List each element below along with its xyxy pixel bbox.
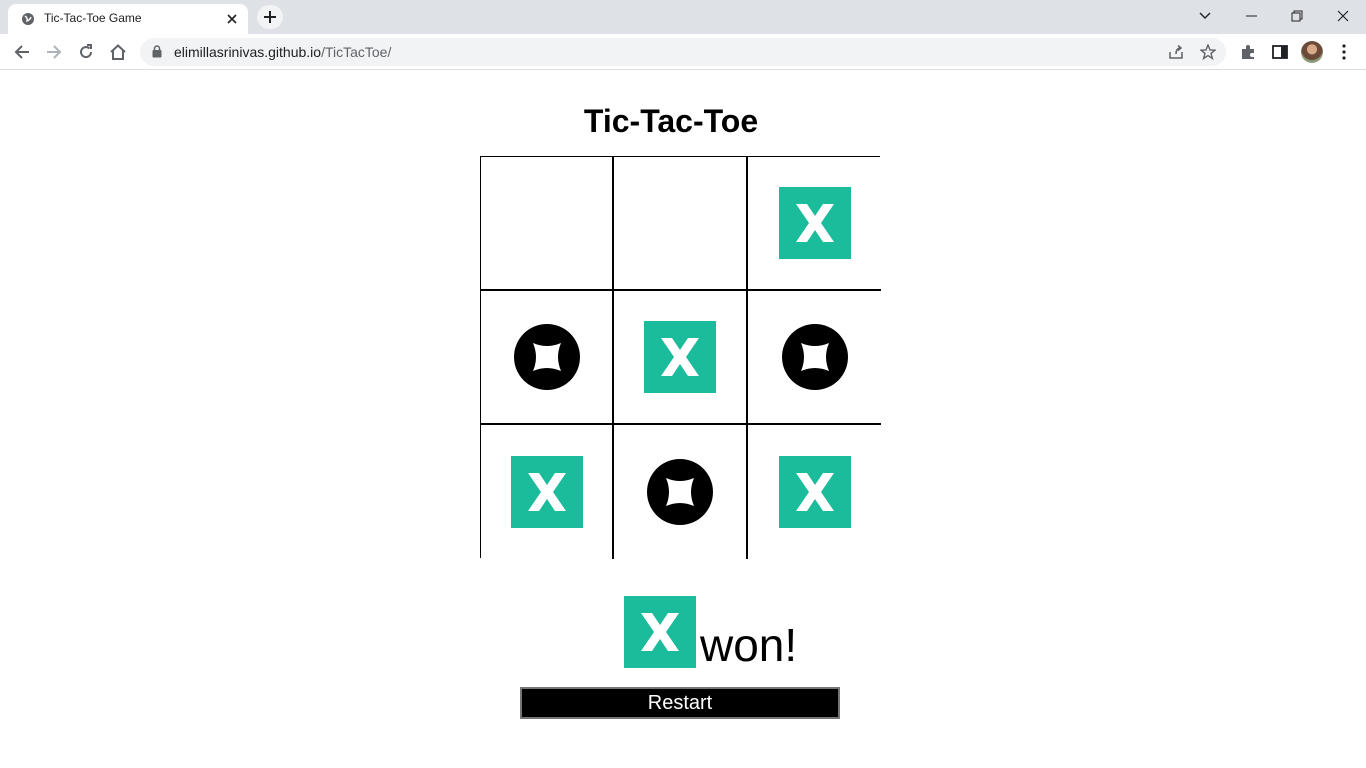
board-cell[interactable]: [748, 425, 881, 559]
profile-avatar[interactable]: [1301, 41, 1323, 63]
page-content: Tic-Tac-Toe won! Restart: [0, 71, 1366, 768]
url-text: elimillasrinivas.github.io/TicTacToe/: [174, 44, 391, 60]
home-icon: [110, 44, 126, 60]
o-mark: [781, 324, 848, 390]
tab-title: Tic-Tac-Toe Game: [44, 11, 142, 25]
board-cell[interactable]: [481, 291, 614, 425]
chevron-down-icon: [1199, 12, 1211, 19]
restart-button[interactable]: Restart: [520, 687, 840, 719]
board-cell[interactable]: [481, 157, 614, 291]
board-cell[interactable]: [748, 291, 881, 425]
close-icon: [1337, 10, 1349, 22]
back-button[interactable]: [8, 38, 36, 66]
o-mark: [647, 459, 713, 525]
x-mark: [778, 187, 851, 259]
side-panel-icon[interactable]: [1268, 40, 1292, 64]
x-mark: [778, 456, 851, 528]
o-mark: [513, 324, 580, 390]
x-mark: [644, 321, 716, 393]
game-board: [480, 156, 881, 559]
globe-icon: [21, 12, 35, 26]
tab-strip: Tic-Tac-Toe Game: [0, 0, 1366, 34]
lock-icon[interactable]: [152, 45, 162, 63]
board-cell[interactable]: [614, 291, 748, 425]
page-title: Tic-Tac-Toe: [583, 103, 759, 139]
board-cell[interactable]: [481, 425, 614, 559]
browser-tab[interactable]: Tic-Tac-Toe Game: [8, 4, 248, 34]
board-cell[interactable]: [614, 425, 748, 559]
winner-x-mark: [624, 596, 696, 668]
share-icon[interactable]: [1167, 43, 1185, 61]
more-menu-icon[interactable]: [1332, 40, 1356, 64]
extensions-puzzle-icon[interactable]: [1236, 40, 1260, 64]
close-window-button[interactable]: [1320, 0, 1366, 32]
result-message: won!: [624, 588, 797, 668]
url-host: elimillasrinivas.github.io: [174, 44, 322, 60]
forward-button[interactable]: [40, 38, 68, 66]
restore-icon: [1291, 10, 1303, 22]
home-button[interactable]: [104, 38, 132, 66]
url-path: /TicTacToe/: [321, 44, 392, 60]
reload-icon: [80, 44, 93, 59]
minimize-button[interactable]: [1228, 0, 1274, 32]
result-text: won!: [700, 619, 798, 671]
plus-icon: [264, 11, 276, 23]
browser-toolbar: elimillasrinivas.github.io/TicTacToe/: [0, 34, 1366, 70]
minimize-icon: [1245, 15, 1257, 17]
tab-search-button[interactable]: [1182, 0, 1228, 32]
x-mark: [510, 456, 583, 528]
board-cell[interactable]: [748, 157, 881, 291]
arrow-right-icon: [47, 45, 62, 59]
board-cell[interactable]: [614, 157, 748, 291]
reload-button[interactable]: [72, 38, 100, 66]
arrow-left-icon: [14, 45, 29, 59]
new-tab-button[interactable]: [257, 5, 283, 29]
restore-button[interactable]: [1274, 0, 1320, 32]
close-tab-icon[interactable]: [224, 11, 240, 27]
address-bar[interactable]: elimillasrinivas.github.io/TicTacToe/: [140, 38, 1226, 66]
bookmark-star-icon[interactable]: [1199, 43, 1217, 61]
